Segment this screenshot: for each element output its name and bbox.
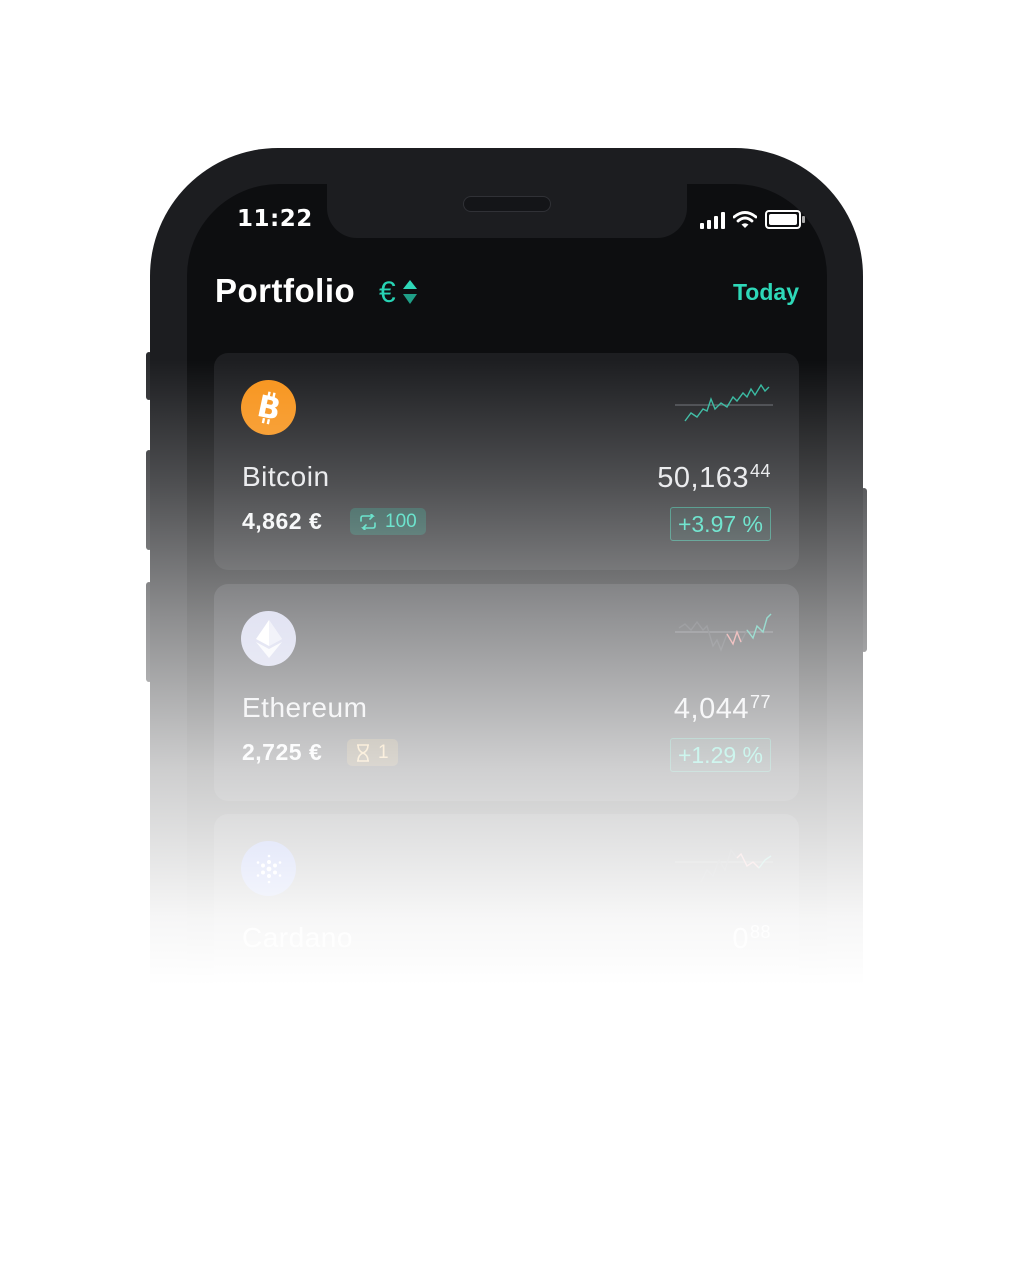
holding-value: 4,862 € <box>242 508 323 534</box>
background <box>0 1000 1014 1261</box>
asset-price: 4,04477 <box>673 692 771 725</box>
status-icons <box>700 210 805 229</box>
bitcoin-icon: B <box>241 380 296 435</box>
sort-arrows-icon[interactable] <box>403 280 417 304</box>
cellular-signal-icon <box>700 211 725 229</box>
phone-screen: 11:22 Portfolio € Today B Bitcoin 50,163… <box>187 184 827 1028</box>
price-change: +1.29 % <box>669 738 771 772</box>
asset-name: Bitcoin <box>242 461 330 492</box>
recurring-badge-text: 100 <box>385 510 417 532</box>
asset-card-bitcoin[interactable]: B Bitcoin 50,16344 4,862 € 100 +3.97 % <box>214 353 799 570</box>
price-sparkline <box>675 613 773 652</box>
asset-card-ethereum[interactable]: Ethereum 4,04477 2,725 € 1 +1.29 % <box>214 584 799 801</box>
recurring-badge: 100 <box>350 508 426 535</box>
price-sparkline <box>675 383 773 422</box>
speaker-grille <box>463 196 551 212</box>
asset-price: 50,16344 <box>657 461 771 494</box>
pending-badge-text: 1 <box>378 741 389 763</box>
phone-mockup: 11:22 Portfolio € Today B Bitcoin 50,163… <box>0 0 1014 1261</box>
notch <box>327 184 687 238</box>
status-time: 11:22 <box>237 206 313 232</box>
pending-badge: 1 <box>347 739 398 766</box>
asset-name: Cardano <box>242 922 353 953</box>
recurring-icon <box>360 513 376 530</box>
wifi-icon <box>733 210 757 228</box>
asset-price: 088 <box>732 922 771 955</box>
battery-icon <box>765 210 805 229</box>
asset-card-cardano[interactable]: Cardano 088 <box>214 814 799 1028</box>
ethereum-icon <box>241 611 296 666</box>
asset-name: Ethereum <box>242 692 368 723</box>
price-sparkline <box>675 848 773 883</box>
cardano-icon <box>241 841 296 896</box>
page-title: Portfolio <box>215 272 356 309</box>
holding-value: 2,725 € <box>242 739 323 765</box>
price-change: +3.97 % <box>669 507 771 541</box>
period-selector[interactable]: Today <box>733 279 799 306</box>
hourglass-icon <box>357 743 369 762</box>
currency-symbol[interactable]: € <box>379 276 396 310</box>
